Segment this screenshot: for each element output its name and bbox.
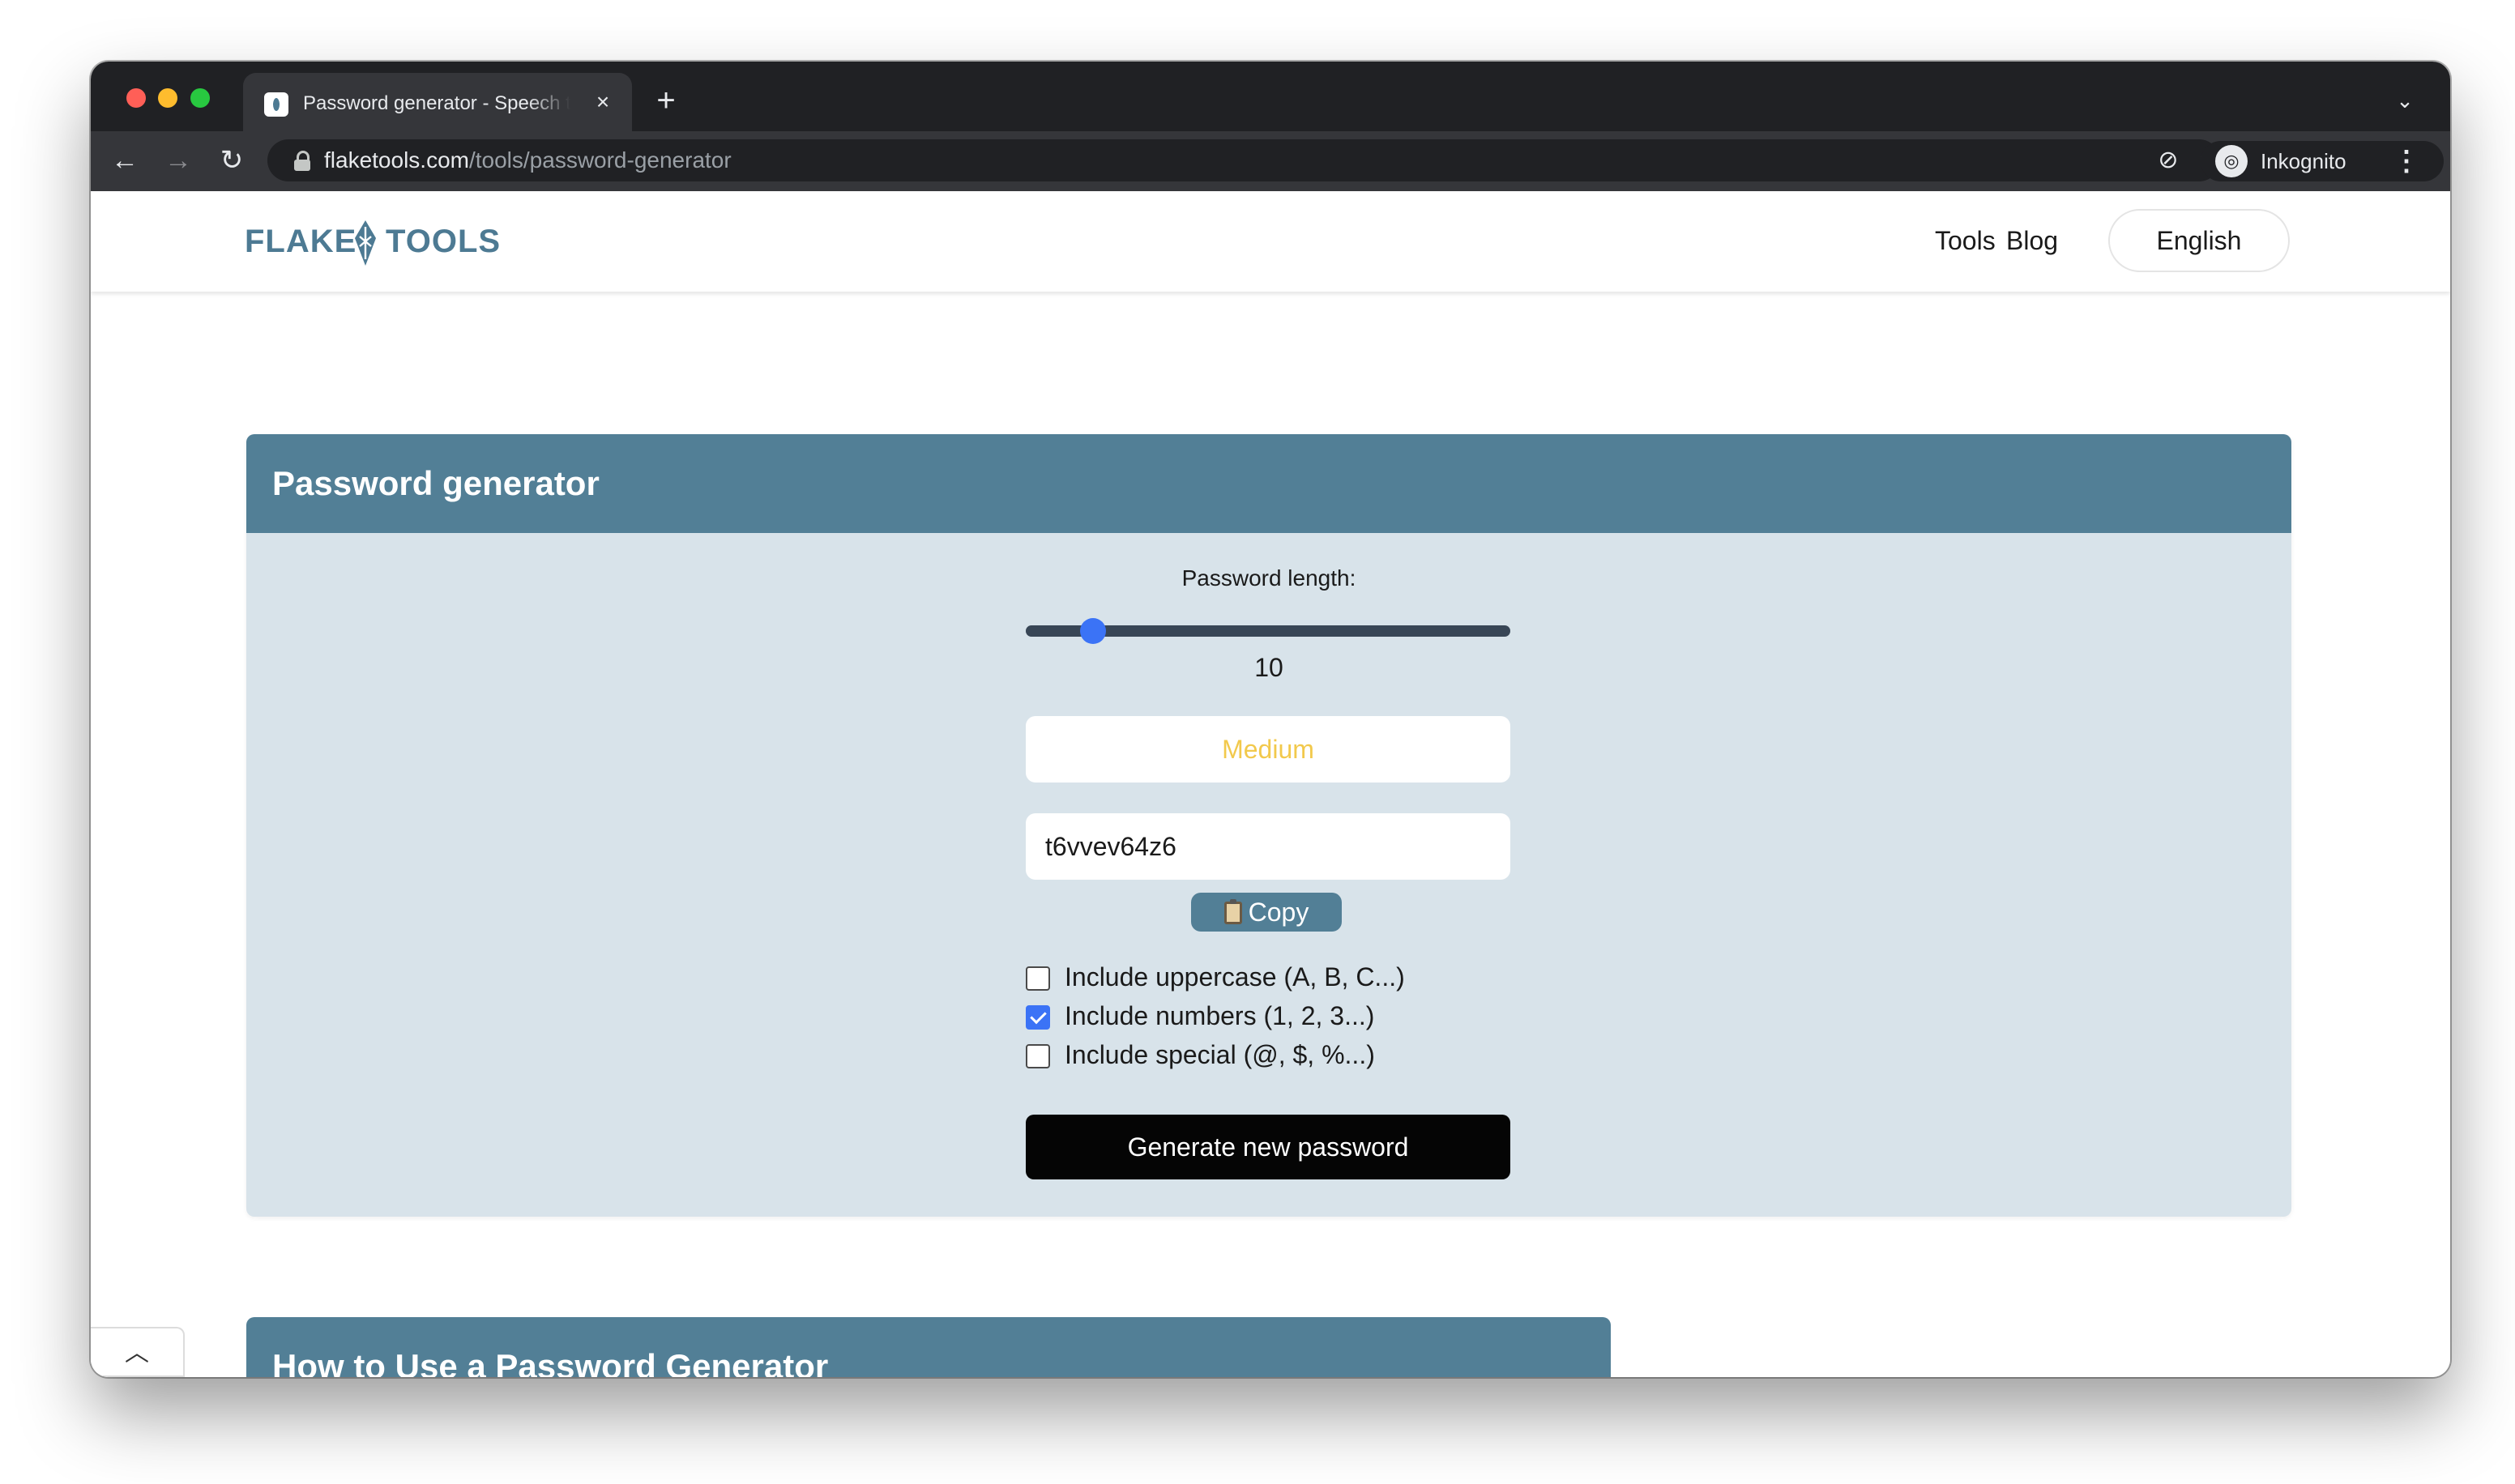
option-label[interactable]: Include numbers (1, 2, 3...) — [1065, 998, 1374, 1034]
card-title: Password generator — [272, 464, 600, 502]
eye-off-icon[interactable]: ⊘ — [2154, 146, 2183, 175]
browser-tab[interactable]: Password generator - Speech to Text × — [243, 73, 632, 131]
incognito-icon: ◎ — [2215, 145, 2248, 177]
new-tab-icon[interactable]: + — [650, 84, 682, 117]
site-header: FLAKE TOOLS Tools Blog English — [91, 191, 2450, 292]
password-length-label: Password length: — [1181, 565, 1356, 591]
card-header: Password generator — [246, 434, 2291, 533]
special-checkbox[interactable] — [1026, 1044, 1050, 1068]
logo-text-tools: TOOLS — [386, 224, 502, 259]
nav-tools-link[interactable]: Tools — [1935, 219, 1996, 262]
browser-menu-icon[interactable]: ⋮ — [2392, 147, 2421, 177]
option-label[interactable]: Include uppercase (A, B, C...) — [1065, 959, 1405, 995]
close-window-button[interactable] — [126, 88, 146, 108]
back-icon[interactable]: ← — [105, 141, 144, 180]
maximize-window-button[interactable] — [190, 88, 210, 108]
tab-close-icon[interactable]: × — [590, 89, 616, 115]
minimize-window-button[interactable] — [158, 88, 177, 108]
tab-search-icon[interactable]: ⌄ — [2390, 86, 2419, 115]
nav-blog-link[interactable]: Blog — [2006, 219, 2058, 262]
password-generator-card: Password generator Password length: 10 M… — [246, 434, 2291, 1217]
url-text[interactable]: flaketools.com/tools/password-generator — [324, 139, 732, 181]
copy-button[interactable]: Copy — [1191, 893, 1342, 932]
favicon-icon — [264, 92, 288, 117]
url-host: flaketools.com — [324, 147, 469, 173]
generate-password-button[interactable]: Generate new password — [1026, 1115, 1510, 1179]
option-label[interactable]: Include special (@, $, %...) — [1065, 1037, 1375, 1072]
how-to-card: How to Use a Password Generator — [246, 1317, 1611, 1377]
logo-text-flake: FLAKE — [245, 224, 357, 259]
tab-title: Password generator - Speech to Text — [303, 92, 570, 114]
profile-label: Inkognito — [2261, 149, 2346, 173]
copy-label: Copy — [1248, 898, 1309, 927]
browser-toolbar: ← → ↻ flaketools.com/tools/password-gene… — [91, 131, 2450, 191]
title-bar: Password generator - Speech to Text × + … — [91, 62, 2450, 131]
scroll-to-top-button[interactable]: ︿ — [91, 1327, 185, 1377]
reload-icon[interactable]: ↻ — [212, 141, 251, 180]
forward-icon[interactable]: → — [159, 141, 198, 180]
browser-window: Password generator - Speech to Text × + … — [91, 62, 2450, 1377]
password-length-value: 10 — [1254, 653, 1283, 682]
strength-indicator: Medium — [1026, 716, 1510, 783]
password-length-slider[interactable] — [1026, 618, 1510, 644]
page-viewport: FLAKE TOOLS Tools Blog English Password … — [91, 191, 2450, 1377]
numbers-checkbox[interactable] — [1026, 1005, 1050, 1030]
clipboard-icon — [1223, 899, 1242, 924]
lock-icon[interactable] — [292, 151, 313, 172]
how-to-title: How to Use a Password Generator — [272, 1347, 829, 1377]
url-path: /tools/password-generator — [468, 147, 732, 173]
language-button[interactable]: English — [2108, 209, 2290, 272]
address-bar[interactable]: flaketools.com/tools/password-generator … — [267, 139, 2221, 181]
card-header: How to Use a Password Generator — [246, 1317, 1611, 1377]
slider-thumb[interactable] — [1080, 618, 1106, 644]
snowflake-logo-icon — [355, 220, 376, 266]
uppercase-checkbox[interactable] — [1026, 966, 1050, 991]
password-output-field[interactable]: t6vvev64z6 — [1026, 813, 1510, 880]
